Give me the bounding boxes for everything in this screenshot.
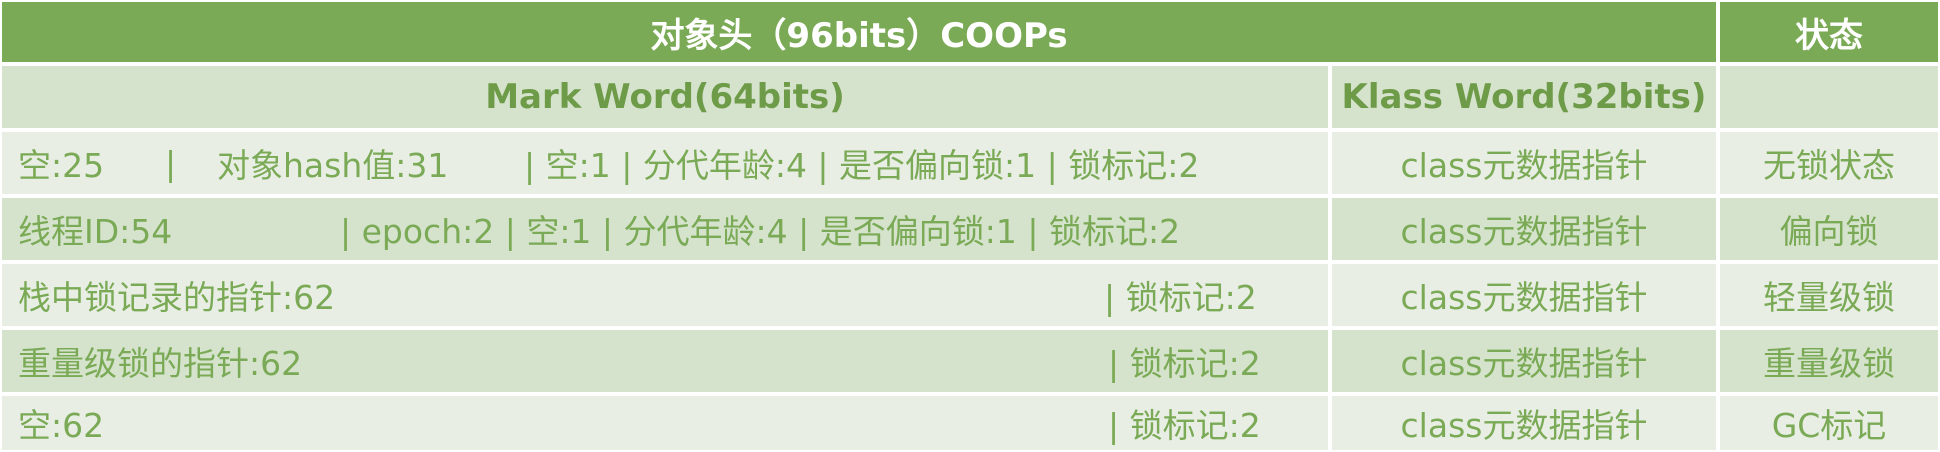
table-row-status-cell: 轻量级锁 [1720, 264, 1938, 326]
object-header-table: 对象头（96bits）COOPs 状态 Mark Word(64bits) Kl… [0, 0, 1940, 452]
table-row-mark-word: 空:25 | 对象hash值:31 | 空:1 | 分代年龄:4 | 是否偏向锁… [2, 132, 1328, 194]
header-title: 对象头（96bits）COOPs [650, 15, 1068, 56]
table-row-klass-cell: class元数据指针 [1332, 330, 1716, 392]
status-text: 偏向锁 [1779, 212, 1879, 251]
klass-pointer-text: class元数据指针 [1400, 212, 1648, 251]
mark-segment-lock-record-pointer: 栈中锁记录的指针:62 [18, 278, 336, 317]
header-status-label: 状态 [1795, 15, 1863, 56]
table-row-mark-word: 栈中锁记录的指针:62 | 锁标记:2 [2, 264, 1328, 326]
table-row-klass-cell: class元数据指针 [1332, 132, 1716, 194]
mark-segment-lock-flag: | 锁标记:2 [1108, 344, 1261, 383]
header-title-cell: 对象头（96bits）COOPs [2, 2, 1716, 62]
table-row-mark-word: 重量级锁的指针:62 | 锁标记:2 [2, 330, 1328, 392]
klass-pointer-text: class元数据指针 [1400, 278, 1648, 317]
mark-segment-separator: | [165, 143, 177, 183]
status-text: 无锁状态 [1763, 146, 1895, 185]
table-row-status-cell: GC标记 [1720, 396, 1938, 450]
status-subheader-cell [1720, 66, 1938, 128]
status-text: 轻量级锁 [1763, 278, 1895, 317]
klass-pointer-text: class元数据指针 [1400, 344, 1648, 383]
mark-segment-thread-id: 线程ID:54 [18, 212, 173, 251]
table-row-status-cell: 重量级锁 [1720, 330, 1938, 392]
mark-segment-empty: 空:25 [18, 146, 105, 185]
mark-segment-empty: 空:62 [18, 406, 105, 445]
table-row-status-cell: 偏向锁 [1720, 198, 1938, 260]
mark-segment-rest: | 空:1 | 分代年龄:4 | 是否偏向锁:1 | 锁标记:2 [524, 146, 1200, 185]
klass-word-header-cell: Klass Word(32bits) [1332, 66, 1716, 128]
table-row-status-cell: 无锁状态 [1720, 132, 1938, 194]
status-text: 重量级锁 [1763, 344, 1895, 383]
table-row-mark-word: 线程ID:54 | epoch:2 | 空:1 | 分代年龄:4 | 是否偏向锁… [2, 198, 1328, 260]
klass-word-header: Klass Word(32bits) [1341, 77, 1707, 117]
mark-word-header: Mark Word(64bits) [485, 77, 845, 117]
mark-segment-rest: | epoch:2 | 空:1 | 分代年龄:4 | 是否偏向锁:1 | 锁标记… [340, 212, 1181, 251]
mark-segment-monitor-pointer: 重量级锁的指针:62 [18, 344, 303, 383]
table-row-klass-cell: class元数据指针 [1332, 264, 1716, 326]
klass-pointer-text: class元数据指针 [1400, 406, 1648, 445]
status-text: GC标记 [1771, 406, 1887, 445]
mark-segment-hash: 对象hash值:31 [217, 146, 449, 185]
klass-pointer-text: class元数据指针 [1400, 146, 1648, 185]
table-row-mark-word: 空:62 | 锁标记:2 [2, 396, 1328, 450]
mark-segment-lock-flag: | 锁标记:2 [1108, 406, 1261, 445]
mark-word-header-cell: Mark Word(64bits) [2, 66, 1328, 128]
table-row-klass-cell: class元数据指针 [1332, 396, 1716, 450]
mark-segment-lock-flag: | 锁标记:2 [1104, 278, 1257, 317]
table-row-klass-cell: class元数据指针 [1332, 198, 1716, 260]
header-status-cell: 状态 [1720, 2, 1938, 62]
